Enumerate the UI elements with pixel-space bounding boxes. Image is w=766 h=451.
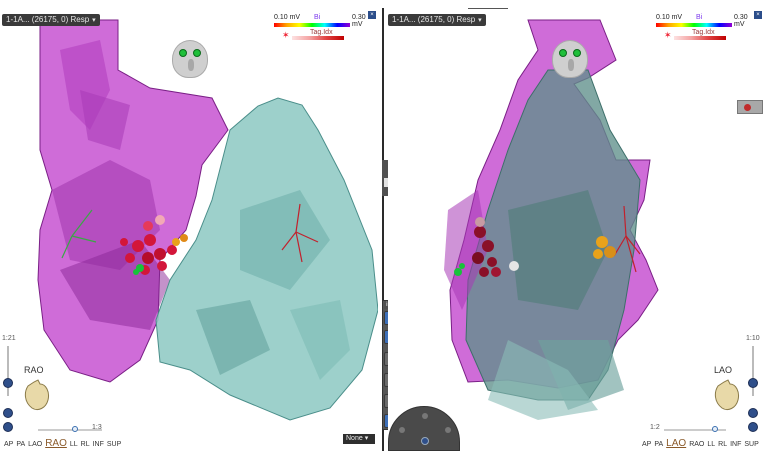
left-reset-icon[interactable]	[3, 408, 13, 418]
left-zoom-knob-icon[interactable]	[3, 378, 13, 388]
nose-icon	[568, 59, 574, 71]
tag-star-icon: ✶	[664, 30, 672, 40]
left-scale-min: 0.10 mV	[274, 14, 301, 21]
left-heart-icon	[24, 379, 49, 411]
right-eye-icon	[573, 49, 581, 57]
right-projection-label: LAO	[714, 365, 733, 375]
right-proj-ap[interactable]: AP	[642, 441, 651, 448]
right-proj-pa[interactable]: PA	[654, 441, 663, 448]
right-scale-min: 0.10 mV	[656, 14, 683, 21]
carto-workspace: 1-1A... (26175, 0) Resp ▾ 0.10 mV Bi 0.30…	[0, 0, 766, 451]
right-proj-inf[interactable]: INF	[730, 441, 741, 448]
right-orbit-icon[interactable]	[748, 422, 758, 432]
nose-icon	[188, 59, 194, 71]
left-eye-icon	[179, 49, 187, 57]
right-scale-bar	[656, 23, 732, 27]
catheter-dot-icon	[744, 104, 751, 111]
left-proj-lao[interactable]: LAO	[28, 441, 42, 448]
right-tag-label: Tag.Idx	[692, 29, 715, 36]
left-close-button[interactable]: ×	[368, 11, 376, 19]
left-proj-ll[interactable]: LL	[70, 441, 78, 448]
catheter-hud-icon[interactable]	[737, 100, 763, 114]
left-proj-ap[interactable]: AP	[4, 441, 13, 448]
left-orbit-icon[interactable]	[3, 422, 13, 432]
right-proj-ll[interactable]: LL	[707, 441, 715, 448]
left-map-title[interactable]: 1-1A... (26175, 0) Resp ▾	[2, 14, 100, 26]
left-zoom-slider[interactable]	[7, 346, 9, 396]
wheel-center-icon[interactable]	[421, 437, 429, 445]
right-zoom-knob-icon[interactable]	[748, 378, 758, 388]
display-mode-value: None	[346, 435, 363, 442]
left-scale-label: Bi	[314, 14, 321, 21]
left-projection-label: RAO	[24, 365, 44, 375]
wheel-right-arrow-icon[interactable]	[445, 427, 451, 433]
right-reset-icon[interactable]	[748, 408, 758, 418]
right-orientation-face-icon	[552, 40, 588, 78]
left-clip-knob[interactable]	[72, 426, 78, 432]
left-orientation-face-icon	[172, 40, 208, 78]
right-tag-bar	[674, 36, 726, 40]
right-slider-label: 1:2	[650, 424, 660, 431]
left-map-view[interactable]: 1-1A... (26175, 0) Resp ▾ 0.10 mV Bi 0.30…	[0, 10, 378, 451]
right-voltage-scale: 0.10 mV Bi 0.30 mV ✶ Tag.Idx	[656, 14, 756, 40]
right-scale-label: Bi	[696, 14, 703, 21]
left-scale-bar	[274, 23, 350, 27]
right-proj-sup[interactable]: SUP	[744, 441, 758, 448]
left-projection-bar: AP PA LAO RAO LL RL INF SUP	[4, 438, 124, 449]
right-proj-rl[interactable]: RL	[718, 441, 727, 448]
right-eye-icon	[193, 49, 201, 57]
left-proj-inf[interactable]: INF	[93, 441, 104, 448]
chevron-down-icon: ▾	[92, 17, 96, 24]
left-proj-sup[interactable]: SUP	[107, 441, 121, 448]
left-proj-rao[interactable]: RAO	[45, 438, 67, 449]
right-map-view[interactable]: 1-1A... (26175, 0) Resp ▾ 0.10 mV Bi 0.30…	[388, 10, 766, 451]
chevron-down-icon: ▾	[478, 17, 482, 24]
right-clip-knob[interactable]	[712, 426, 718, 432]
window-top-line	[468, 8, 508, 9]
right-map-title-text: 1-1A... (26175, 0) Resp	[392, 15, 476, 24]
right-zoom-label: 1:10	[746, 335, 760, 342]
right-scale-max: 0.30 mV	[734, 14, 748, 28]
right-proj-lao[interactable]: LAO	[666, 438, 686, 449]
left-proj-pa[interactable]: PA	[16, 441, 25, 448]
left-tag-bar	[292, 36, 344, 40]
right-projection-bar: AP PA LAO RAO LL RL INF SUP	[642, 438, 762, 449]
right-zoom-slider[interactable]	[752, 346, 754, 396]
right-proj-rao[interactable]: RAO	[689, 441, 704, 448]
chevron-down-icon: ▾	[364, 435, 369, 442]
left-slider-label: 1:3	[92, 424, 102, 431]
right-close-button[interactable]: ×	[754, 11, 762, 19]
left-tag-label: Tag.Idx	[310, 29, 333, 36]
wheel-left-arrow-icon[interactable]	[399, 427, 405, 433]
left-eye-icon	[559, 49, 567, 57]
tag-star-icon: ✶	[282, 30, 290, 40]
right-map-title[interactable]: 1-1A... (26175, 0) Resp ▾	[388, 14, 486, 26]
left-proj-rl[interactable]: RL	[81, 441, 90, 448]
left-map-title-text: 1-1A... (26175, 0) Resp	[6, 15, 90, 24]
display-mode-select[interactable]: None ▾	[343, 434, 375, 444]
wheel-up-arrow-icon[interactable]	[422, 413, 428, 419]
left-voltage-scale: 0.10 mV Bi 0.30 mV ✶ Tag.Idx	[274, 14, 374, 40]
right-heart-icon	[714, 379, 739, 411]
left-zoom-label: 1:21	[2, 335, 16, 342]
